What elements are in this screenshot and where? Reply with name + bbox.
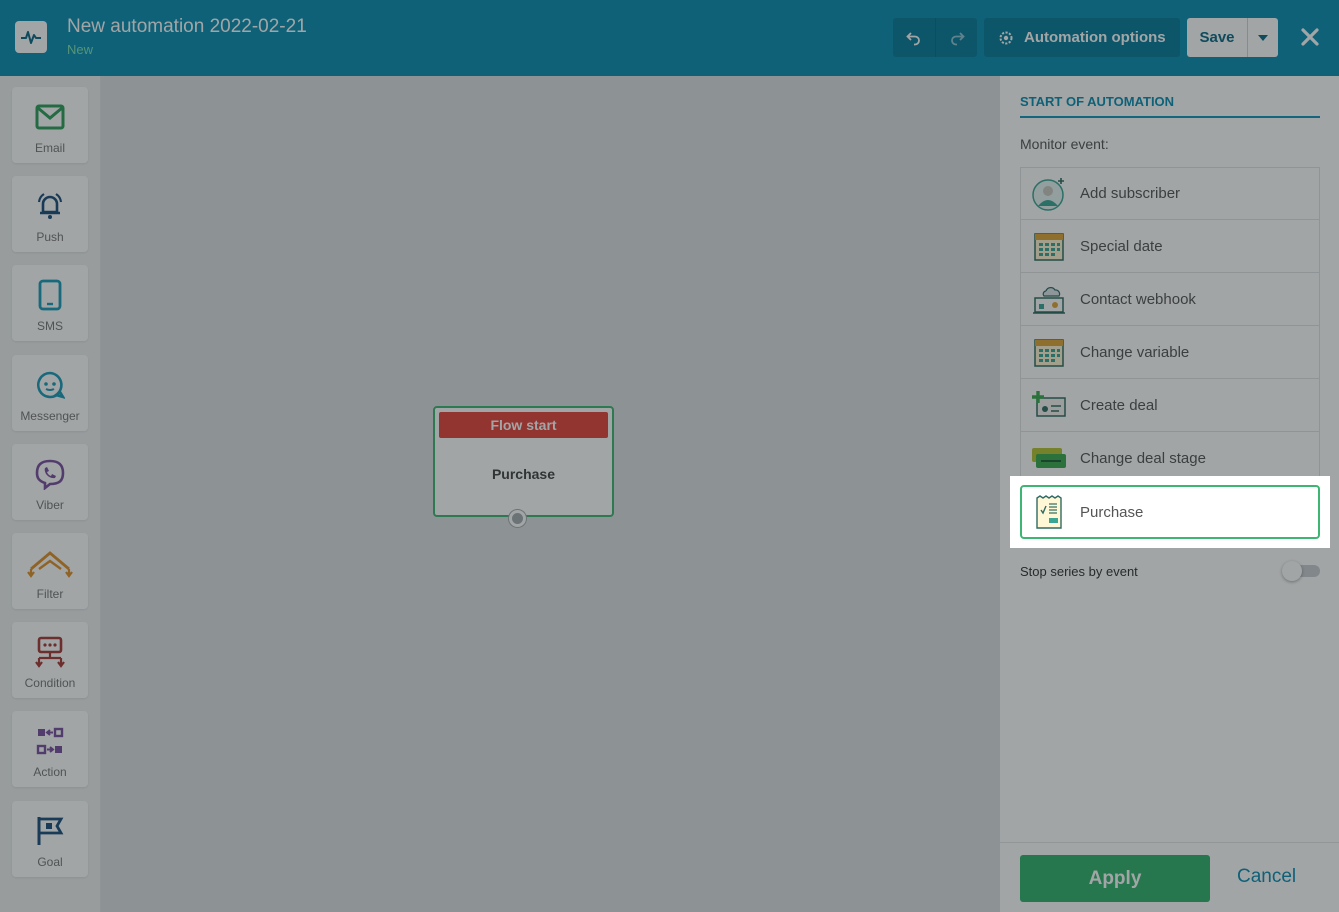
tool-label: Email <box>34 141 65 155</box>
tool-action[interactable]: Action <box>12 711 88 787</box>
toggle-knob <box>1282 561 1302 581</box>
save-dropdown-button[interactable] <box>1247 18 1278 57</box>
panel-footer: Apply Cancel <box>1000 842 1339 912</box>
cancel-button[interactable]: Cancel <box>1237 866 1296 888</box>
add-subscriber-icon <box>1031 176 1067 212</box>
event-label: Create deal <box>1080 396 1158 414</box>
flow-start-event: Purchase <box>491 466 556 482</box>
calendar-icon <box>1031 334 1067 370</box>
history-button-group <box>893 18 977 57</box>
tool-viber[interactable]: Viber <box>12 444 88 520</box>
deal-stage-icon <box>1031 440 1067 476</box>
redo-icon <box>950 31 965 45</box>
condition-icon <box>34 636 66 668</box>
action-icon <box>35 725 65 757</box>
tool-label: Action <box>33 765 67 779</box>
save-button[interactable]: Save <box>1187 18 1247 57</box>
chat-bubble-icon <box>35 369 65 401</box>
undo-button[interactable] <box>893 18 935 57</box>
envelope-icon <box>35 101 65 133</box>
tool-label: Condition <box>24 676 76 690</box>
apply-button[interactable]: Apply <box>1020 855 1210 902</box>
redo-button[interactable] <box>935 18 977 57</box>
tool-label: Filter <box>36 587 64 601</box>
create-deal-icon <box>1031 387 1067 423</box>
automation-options-label: Automation options <box>1024 29 1166 46</box>
close-button[interactable] <box>1297 24 1323 50</box>
phone-icon <box>38 279 62 311</box>
event-purchase[interactable]: Purchase <box>1020 485 1320 539</box>
event-special-date[interactable]: Special date <box>1020 220 1320 273</box>
pulse-logo-icon <box>15 21 47 53</box>
event-label: Contact webhook <box>1080 290 1196 308</box>
event-label: Change variable <box>1080 343 1190 361</box>
event-label: Add subscriber <box>1080 185 1181 202</box>
tool-push[interactable]: Push <box>12 176 88 252</box>
tool-email[interactable]: Email <box>12 87 88 163</box>
undo-icon <box>906 31 920 45</box>
calendar-icon <box>1031 228 1067 264</box>
flow-start-header: Flow start <box>439 412 608 438</box>
automation-title: New automation 2022-02-21 <box>67 16 307 37</box>
flow-start-node[interactable]: Flow start Purchase <box>433 406 614 517</box>
automation-status: New <box>67 42 94 57</box>
top-header: New automation 2022-02-21 New Automation… <box>0 0 1339 76</box>
tool-sms[interactable]: SMS <box>12 265 88 341</box>
caret-down-icon <box>1258 34 1268 41</box>
stop-series-row: Stop series by event <box>1020 561 1320 581</box>
event-list: Add subscriber Special date Contact webh… <box>1020 167 1320 485</box>
monitor-event-label: Monitor event: <box>1020 136 1109 152</box>
tool-label: SMS <box>36 319 63 333</box>
viber-icon <box>35 458 65 490</box>
bell-icon <box>34 190 66 222</box>
gear-icon <box>999 31 1013 44</box>
stop-series-label: Stop series by event <box>1020 563 1138 579</box>
tool-messenger[interactable]: Messenger <box>12 355 88 431</box>
close-icon <box>1301 28 1319 46</box>
event-create-deal[interactable]: Create deal <box>1020 379 1320 432</box>
panel-title: START OF AUTOMATION <box>1020 94 1320 118</box>
automation-options-button[interactable]: Automation options <box>984 18 1180 57</box>
receipt-icon <box>1031 494 1067 530</box>
goal-flag-icon <box>35 815 65 847</box>
stop-series-toggle[interactable] <box>1282 561 1320 581</box>
tool-label: Messenger <box>20 409 80 423</box>
event-add-subscriber[interactable]: Add subscriber <box>1020 167 1320 220</box>
event-label: Special date <box>1080 237 1163 255</box>
tool-condition[interactable]: Condition <box>12 622 88 698</box>
event-label: Purchase <box>1080 503 1144 521</box>
tool-label: Push <box>36 230 64 244</box>
node-output-port[interactable] <box>509 510 526 527</box>
toolbox-sidebar: Email Push SMS Messenger Viber Filter Co… <box>0 76 101 912</box>
event-contact-webhook[interactable]: Contact webhook <box>1020 273 1320 326</box>
tool-goal[interactable]: Goal <box>12 801 88 877</box>
event-change-variable[interactable]: Change variable <box>1020 326 1320 379</box>
filter-branch-icon <box>27 547 73 579</box>
highlight-spotlight: Purchase <box>1010 476 1330 548</box>
tool-label: Viber <box>36 498 64 512</box>
event-label: Change deal stage <box>1080 449 1206 467</box>
tool-label: Goal <box>37 855 63 869</box>
webhook-icon <box>1031 281 1067 317</box>
tool-filter[interactable]: Filter <box>12 533 88 609</box>
